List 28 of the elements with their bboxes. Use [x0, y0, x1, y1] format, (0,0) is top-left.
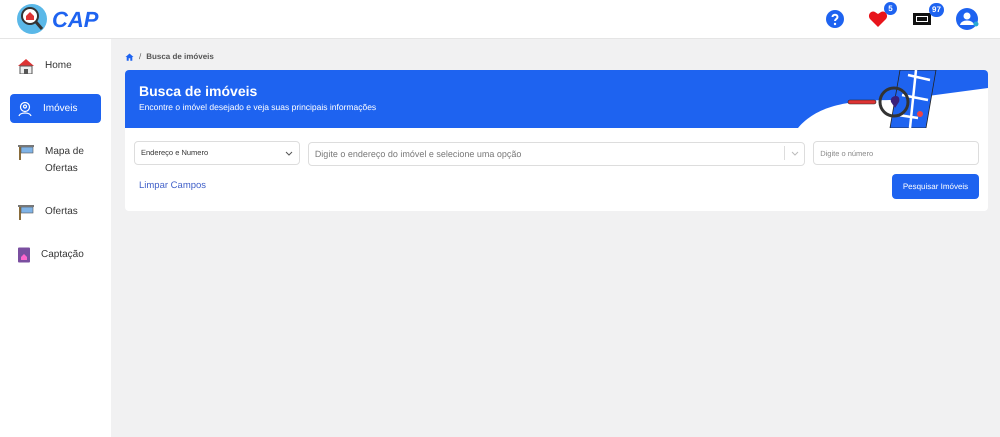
home-icon[interactable]	[125, 53, 134, 61]
sidebar-item[interactable]: Mapa de Ofertas	[10, 137, 101, 183]
clear-fields-link[interactable]: Limpar Campos	[139, 179, 206, 194]
house-icon	[17, 58, 35, 74]
sidebar-item[interactable]: Imóveis	[10, 94, 101, 123]
address-field[interactable]: Digite o endereço do imóvel e selecione uma opção	[308, 142, 806, 166]
breadcrumb-separator: /	[139, 51, 142, 63]
chevron-down-icon	[284, 150, 293, 156]
signpost-icon	[17, 144, 35, 160]
ticket-icon[interactable]	[912, 12, 932, 26]
sidebar-item[interactable]: Captação	[10, 240, 101, 269]
tickets-count-badge: 97	[929, 3, 944, 17]
signpost-icon	[17, 204, 35, 220]
chevron-down-icon	[791, 150, 800, 156]
logo-text: CAP	[52, 6, 98, 34]
location-person-icon	[17, 101, 33, 117]
magnifier-house-logo-icon	[16, 3, 48, 35]
user-avatar-icon[interactable]	[956, 8, 980, 30]
sidebar-item[interactable]: Ofertas	[10, 197, 101, 226]
heart-icon[interactable]	[868, 10, 888, 28]
search-button[interactable]: Pesquisar Imóveis	[892, 174, 979, 199]
notebook-icon	[17, 247, 31, 263]
sidebar-item[interactable]: Home	[10, 51, 101, 80]
favorites-count-badge: 5	[884, 2, 897, 15]
banner-title: Busca de imóveis	[139, 83, 258, 100]
help-icon[interactable]	[826, 10, 844, 28]
banner-subtitle: Encontre o imóvel desejado e veja suas principais informações	[139, 101, 378, 114]
breadcrumb-current: Busca de imóveis	[146, 51, 214, 63]
